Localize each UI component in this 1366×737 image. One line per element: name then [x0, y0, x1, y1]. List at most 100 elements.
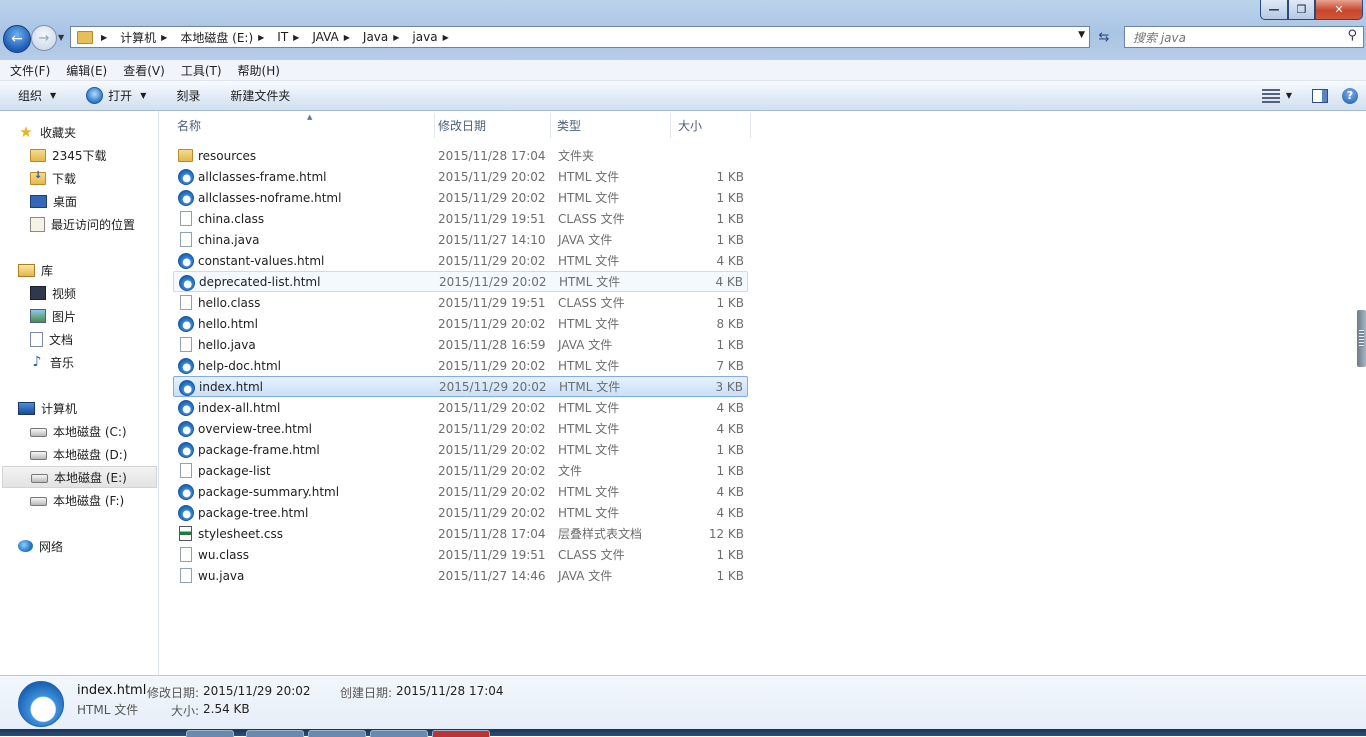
menu-edit[interactable]: 编辑(E) — [56, 62, 113, 79]
file-row[interactable]: deprecated-list.html 2015/11/29 20:02 HTML… — [173, 271, 748, 292]
file-size: 1 KB — [716, 232, 744, 247]
file-row[interactable]: china.class 2015/11/29 19:51 CLASS 文件 1 KB — [173, 208, 748, 229]
file-date: 2015/11/29 20:02 — [438, 316, 546, 331]
sidebar-favorites[interactable]: ★ 收藏夹 — [18, 121, 76, 143]
column-header-date[interactable]: 修改日期 — [435, 113, 551, 138]
organize-button[interactable]: 组织 ▼ — [0, 87, 66, 104]
sidebar-item-drive-e[interactable]: 本地磁盘 (E:) — [2, 466, 157, 488]
file-row[interactable]: allclasses-noframe.html 2015/11/29 20:02 H… — [173, 187, 748, 208]
file-row[interactable]: stylesheet.css 2015/11/28 17:04 层叠样式表文档 12 … — [173, 523, 748, 544]
search-input[interactable] — [1131, 29, 1335, 47]
forward-button[interactable]: → — [31, 25, 57, 51]
music-icon: ♪ — [32, 354, 42, 370]
chevron-down-icon[interactable]: ▼ — [1286, 91, 1292, 100]
search-icon[interactable]: ⚲ — [1347, 28, 1357, 43]
maximize-button[interactable]: ❐ — [1288, 0, 1315, 20]
details-file-name: index.html — [77, 683, 147, 698]
address-dropdown-button[interactable]: ▼ — [1078, 30, 1085, 40]
column-header-label: 大小 — [678, 119, 703, 133]
sidebar-item-downloads[interactable]: 下载 — [30, 167, 76, 189]
view-options-icon[interactable] — [1261, 88, 1280, 103]
sidebar-item-drive-c[interactable]: 本地磁盘 (C:) — [30, 420, 127, 442]
address-bar[interactable]: ▶ 计算机 ▶ 本地磁盘 (E:) ▶ IT ▶ JAVA ▶ Java ▶ java ▶ … — [70, 26, 1090, 48]
burn-button[interactable]: 刻录 — [156, 87, 210, 104]
menu-help[interactable]: 帮助(H) — [228, 62, 286, 79]
chevron-right-icon: ▶ — [442, 32, 449, 42]
column-header-type[interactable]: 类型 — [551, 113, 671, 138]
file-row[interactable]: package-list 2015/11/29 20:02 文件 1 KB — [173, 460, 748, 481]
back-button[interactable]: ← — [3, 25, 31, 53]
column-header-name[interactable]: ▲ 名称 — [171, 113, 435, 138]
file-row[interactable]: china.java 2015/11/27 14:10 JAVA 文件 1 KB — [173, 229, 748, 250]
menu-view[interactable]: 查看(V) — [113, 62, 171, 79]
file-row[interactable]: package-tree.html 2015/11/29 20:02 HTML 文件… — [173, 502, 748, 523]
sidebar-item-drive-f[interactable]: 本地磁盘 (F:) — [30, 489, 124, 511]
resize-grip[interactable] — [1357, 310, 1366, 367]
sidebar-libraries[interactable]: 库 — [18, 259, 53, 281]
preview-pane-icon[interactable] — [1312, 88, 1328, 103]
sidebar-item-documents[interactable]: 文档 — [30, 328, 73, 350]
file-row[interactable]: wu.java 2015/11/27 14:46 JAVA 文件 1 KB — [173, 565, 748, 586]
file-row[interactable]: index.html 2015/11/29 20:02 HTML 文件 3 KB — [173, 376, 748, 397]
sidebar-item-2345-download[interactable]: 2345下载 — [30, 144, 107, 166]
sidebar-item-recent-places[interactable]: 最近访问的位置 — [30, 213, 135, 235]
menu-file[interactable]: 文件(F) — [0, 62, 56, 79]
new-folder-button[interactable]: 新建文件夹 — [210, 87, 300, 104]
details-file-type: HTML 文件 — [77, 703, 139, 717]
file-type: HTML 文件 — [558, 401, 620, 415]
html-file-icon — [178, 505, 194, 521]
breadcrumb-java[interactable]: java ▶ — [409, 27, 458, 47]
column-header-size[interactable]: 大小 — [671, 113, 751, 138]
file-row[interactable]: index-all.html 2015/11/29 20:02 HTML 文件 4 K… — [173, 397, 748, 418]
file-name: overview-tree.html — [198, 421, 313, 436]
file-row[interactable]: package-summary.html 2015/11/29 20:02 HTML… — [173, 481, 748, 502]
drive-icon — [30, 428, 47, 437]
folder-icon — [77, 30, 93, 44]
help-icon[interactable]: ? — [1342, 87, 1358, 104]
file-icon — [180, 463, 192, 478]
file-name: allclasses-frame.html — [198, 169, 327, 184]
new-folder-label: 新建文件夹 — [230, 89, 291, 103]
file-row[interactable]: resources 2015/11/28 17:04 文件夹 — [173, 145, 748, 166]
file-size: 1 KB — [716, 337, 744, 352]
file-row[interactable]: help-doc.html 2015/11/29 20:02 HTML 文件 7 KB — [173, 355, 748, 376]
sort-ascending-icon: ▲ — [307, 113, 313, 121]
search-box[interactable]: ⚲ — [1124, 26, 1364, 48]
file-type: CLASS 文件 — [558, 296, 625, 310]
file-row[interactable]: constant-values.html 2015/11/29 20:02 HTML… — [173, 250, 748, 271]
file-date: 2015/11/27 14:10 — [438, 232, 546, 247]
breadcrumb-java-upper[interactable]: JAVA ▶ — [309, 27, 360, 47]
breadcrumb-drive-e[interactable]: 本地磁盘 (E:) ▶ — [177, 27, 274, 47]
file-row[interactable]: overview-tree.html 2015/11/29 20:02 HTML 文… — [173, 418, 748, 439]
window-controls: — ❐ ✕ — [1260, 0, 1363, 20]
file-row[interactable]: package-frame.html 2015/11/29 20:02 HTML 文… — [173, 439, 748, 460]
file-name: stylesheet.css — [198, 526, 284, 541]
breadcrumb-it[interactable]: IT ▶ — [274, 27, 309, 47]
file-size: 1 KB — [716, 547, 744, 562]
sidebar-computer[interactable]: 计算机 — [18, 397, 77, 419]
sidebar-item-music[interactable]: ♪ 音乐 — [30, 351, 74, 373]
html-file-icon — [179, 275, 195, 291]
menu-tools[interactable]: 工具(T) — [171, 62, 228, 79]
sidebar-item-desktop[interactable]: 桌面 — [30, 190, 77, 212]
file-type: HTML 文件 — [558, 422, 620, 436]
minimize-button[interactable]: — — [1260, 0, 1288, 20]
sidebar-item-pictures[interactable]: 图片 — [30, 305, 76, 327]
file-row[interactable]: hello.java 2015/11/28 16:59 JAVA 文件 1 KB — [173, 334, 748, 355]
file-row[interactable]: hello.html 2015/11/29 20:02 HTML 文件 8 KB — [173, 313, 748, 334]
file-row[interactable]: hello.class 2015/11/29 19:51 CLASS 文件 1 KB — [173, 292, 748, 313]
file-row[interactable]: allclasses-frame.html 2015/11/29 20:02 HTM… — [173, 166, 748, 187]
sidebar-item-videos[interactable]: 视频 — [30, 282, 76, 304]
refresh-button[interactable]: ⇆ — [1093, 27, 1115, 47]
file-row[interactable]: wu.class 2015/11/29 19:51 CLASS 文件 1 KB — [173, 544, 748, 565]
breadcrumb-java-cap[interactable]: Java ▶ — [360, 27, 410, 47]
sidebar-item-label: 最近访问的位置 — [51, 217, 136, 232]
sidebar-network[interactable]: 网络 — [18, 535, 63, 557]
breadcrumb-computer[interactable]: 计算机 ▶ — [117, 27, 177, 47]
close-button[interactable]: ✕ — [1315, 0, 1363, 20]
taskbar — [0, 729, 1366, 737]
open-button[interactable]: 打开 ▼ — [66, 87, 156, 104]
breadcrumb-root-arrow[interactable]: ▶ — [93, 27, 117, 47]
history-dropdown-button[interactable]: ▼ — [58, 33, 64, 42]
sidebar-item-drive-d[interactable]: 本地磁盘 (D:) — [30, 443, 127, 465]
